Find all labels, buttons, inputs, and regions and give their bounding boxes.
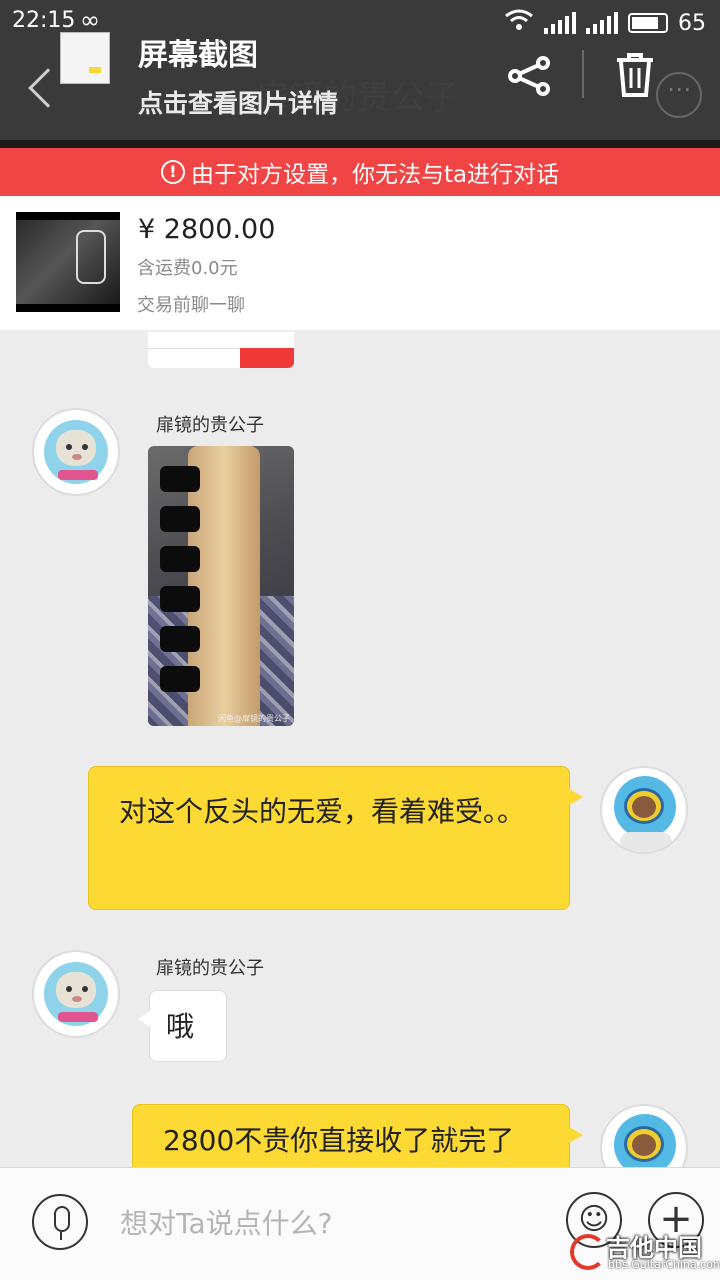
battery-level: 65 xyxy=(678,10,706,36)
top-bar: 22:15 ∞ 65 扉镜的贵公子 屏幕截图 点击查看图片详情 ⋯ xyxy=(0,0,720,140)
avatar-seller[interactable] xyxy=(32,408,120,496)
sender-name: 扉镜的贵公子 xyxy=(156,415,264,436)
notification-title[interactable]: 屏幕截图 xyxy=(138,30,258,74)
image-watermark: 闲鱼@扉镜的贵公子 xyxy=(218,714,290,723)
trash-icon[interactable] xyxy=(613,52,657,98)
warning-text: 由于对方设置，你无法与ta进行对话 xyxy=(190,162,560,188)
signal-icon-2 xyxy=(586,12,618,34)
sender-name: 扉镜的贵公子 xyxy=(156,958,264,979)
status-time: 22:15 xyxy=(12,8,76,33)
microphone-icon[interactable] xyxy=(32,1194,88,1250)
message-bubble-incoming[interactable]: 哦 xyxy=(138,990,227,1062)
shipping-info: 含运费0.0元 xyxy=(137,258,238,279)
message-input[interactable] xyxy=(120,1198,540,1248)
site-watermark-logo: 吉他中国 bbs.GuitarChina.com xyxy=(568,1228,720,1278)
avatar-seller[interactable] xyxy=(32,950,120,1038)
message-bubble-outgoing[interactable]: 对这个反头的无爱，看着难受。。 xyxy=(88,766,583,910)
product-card[interactable]: ¥ 2800.00 含运费0.0元 交易前聊一聊 xyxy=(0,196,720,330)
product-price: ¥ 2800.00 xyxy=(138,214,276,245)
product-image[interactable] xyxy=(16,212,120,312)
warning-banner: ! 由于对方设置，你无法与ta进行对话 xyxy=(0,148,720,196)
share-icon[interactable] xyxy=(507,56,553,96)
battery-icon xyxy=(628,13,668,33)
status-right: 65 xyxy=(504,8,706,38)
guitar-logo-icon xyxy=(570,1234,606,1270)
notification-subtitle[interactable]: 点击查看图片详情 xyxy=(138,84,338,120)
divider xyxy=(582,50,584,98)
alert-icon: ! xyxy=(160,160,185,184)
image-message[interactable]: 闲鱼@扉镜的贵公子 xyxy=(148,446,294,726)
chat-first-label: 交易前聊一聊 xyxy=(137,295,245,316)
more-icon[interactable]: ⋯ xyxy=(656,72,702,118)
wifi-icon xyxy=(504,8,534,38)
infinity-icon: ∞ xyxy=(80,6,100,34)
signal-icon xyxy=(544,12,576,34)
screenshot-thumbnail[interactable] xyxy=(60,32,110,84)
avatar-me[interactable] xyxy=(600,766,688,854)
buy-button-in-image xyxy=(240,348,294,368)
logo-sub-text: bbs.GuitarChina.com xyxy=(608,1258,720,1271)
header-shadow xyxy=(0,140,720,148)
message-bubble-outgoing[interactable]: 2800不贵你直接收了就完了 xyxy=(132,1104,583,1174)
previous-image-message[interactable] xyxy=(148,332,294,368)
